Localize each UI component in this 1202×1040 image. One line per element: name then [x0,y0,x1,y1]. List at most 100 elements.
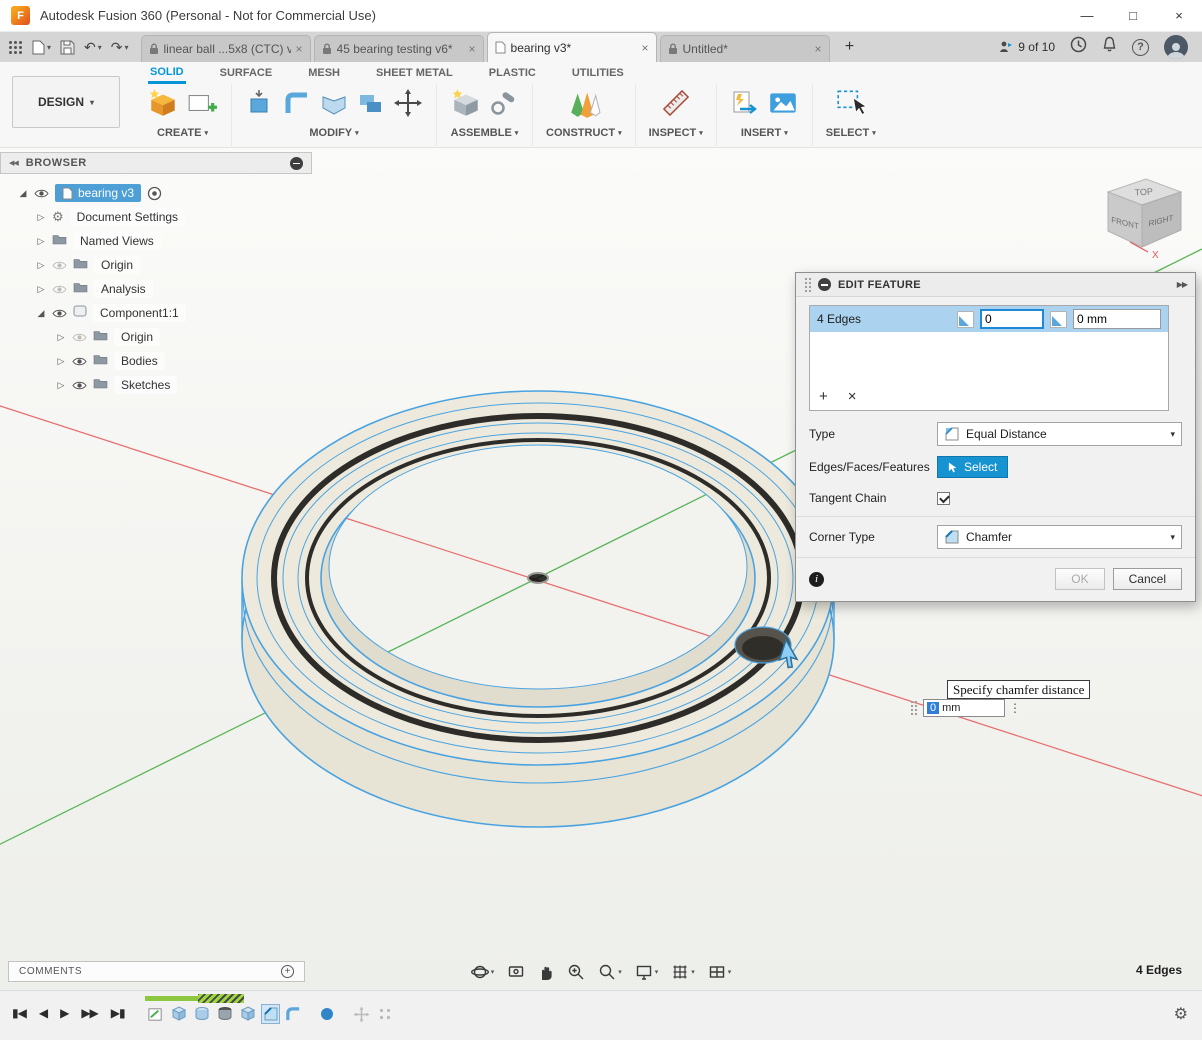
minimize-button[interactable]: — [1064,0,1110,32]
type-dropdown[interactable]: Equal Distance ▾ [937,422,1182,446]
tab-plastic[interactable]: PLASTIC [487,64,538,82]
avatar[interactable] [1164,35,1188,59]
select-edges-button[interactable]: Select [937,456,1008,478]
browser-item-sketches[interactable]: ▷ Sketches [0,373,312,397]
job-status[interactable]: 9 of 10 [999,40,1055,54]
collapse-browser-icon[interactable] [290,157,303,170]
expand-open-icon[interactable]: ◢ [36,308,46,319]
grid-settings[interactable]: ▾ [671,963,695,981]
file-menu-icon[interactable]: ▾ [32,40,51,55]
browser-item-label[interactable]: Origin [114,328,160,346]
maximize-button[interactable]: □ [1110,0,1156,32]
timeline-scrubber[interactable] [198,994,244,1003]
group-label-select[interactable]: SELECT▾ [826,127,876,139]
insert-mcmaster-icon[interactable] [730,88,760,123]
chamfer-distance-input[interactable] [980,309,1044,329]
visibility-eye-icon[interactable] [52,308,67,319]
browser-item-component-origin[interactable]: ▷ Origin [0,325,312,349]
expand-collapsed-icon[interactable]: ▷ [56,380,66,391]
add-comment-icon[interactable]: + [281,965,294,978]
timeline-sphere-icon[interactable] [317,1004,336,1024]
save-icon[interactable] [60,40,75,55]
expand-collapsed-icon[interactable]: ▷ [56,356,66,367]
play-button[interactable]: ▶ [60,1006,68,1020]
browser-item-label[interactable]: Bodies [114,352,165,370]
chamfer-distance-mm-input[interactable] [1073,309,1161,329]
move-icon[interactable] [393,88,423,123]
browser-item-root[interactable]: ◢ bearing v3 [0,181,312,205]
new-component-gray-icon[interactable] [450,87,482,124]
visibility-eye-off-icon[interactable] [52,260,67,271]
drag-grip-icon[interactable] [910,700,919,716]
browser-item-analysis[interactable]: ▷ Analysis [0,277,312,301]
notifications-clock-icon[interactable] [1070,36,1087,58]
tab-close-icon[interactable]: × [815,42,822,56]
group-label-construct[interactable]: CONSTRUCT▾ [546,127,622,139]
add-selection-button[interactable]: + [819,388,828,405]
document-tab[interactable]: linear ball ...5x8 (CTC) v2 × [141,35,311,62]
skip-to-end-button[interactable]: ▶▮ [111,1006,125,1020]
chamfer-value-input[interactable]: 0 mm [923,699,1005,717]
fillet-icon[interactable] [282,88,312,123]
timeline-extrude-icon[interactable] [238,1004,257,1024]
visibility-eye-off-icon[interactable] [52,284,67,295]
browser-item-component[interactable]: ◢ Component1:1 [0,301,312,325]
browser-item-label[interactable]: Document Settings [70,208,185,226]
tab-surface[interactable]: SURFACE [218,64,275,82]
tab-close-icon[interactable]: × [296,42,303,56]
expand-collapsed-icon[interactable]: ▷ [36,236,46,247]
construction-plane-icon[interactable] [567,87,601,124]
comments-bar[interactable]: COMMENTS + [8,961,305,982]
create-sketch-icon[interactable] [186,87,218,124]
bell-icon[interactable] [1102,36,1117,58]
tab-sheet-metal[interactable]: SHEET METAL [374,64,455,82]
browser-header[interactable]: ◀◀ BROWSER [0,152,312,174]
timeline-fillet-icon[interactable] [284,1004,303,1024]
decal-image-icon[interactable] [767,88,799,123]
document-tab-active[interactable]: bearing v3* × [487,32,657,62]
timeline-hole-icon[interactable] [215,1004,234,1024]
expand-collapsed-icon[interactable]: ▷ [36,212,46,223]
group-label-inspect[interactable]: INSPECT▾ [649,127,703,139]
expand-collapsed-icon[interactable]: ▷ [56,332,66,343]
browser-item-label[interactable]: Component1:1 [93,304,186,322]
dock-right-icon[interactable]: ▶▶ [1177,280,1187,289]
help-icon[interactable]: ? [1132,39,1149,56]
close-button[interactable]: × [1156,0,1202,32]
undo-icon[interactable]: ↶ ▾ [84,39,102,56]
browser-item-label[interactable]: Analysis [94,280,153,298]
visibility-eye-icon[interactable] [34,188,49,199]
browser-item-document-settings[interactable]: ▷ ⚙ Document Settings [0,205,312,229]
visibility-eye-icon[interactable] [72,380,87,391]
timeline-settings-gear-icon[interactable]: ⚙ [1174,1004,1188,1024]
tangent-chain-checkbox[interactable] [937,492,950,505]
browser-item-label[interactable]: bearing v3 [55,184,141,202]
redo-icon[interactable]: ↷ ▾ [111,39,129,56]
pan-tool[interactable] [538,963,554,981]
display-settings[interactable]: ▾ [635,963,659,981]
visibility-eye-icon[interactable] [72,356,87,367]
tab-mesh[interactable]: MESH [306,64,342,82]
timeline-extrude-icon[interactable] [169,1004,188,1024]
kebab-menu-icon[interactable]: ⋮ [1009,701,1021,715]
dialog-title-bar[interactable]: EDIT FEATURE ▶▶ [796,273,1195,297]
visibility-eye-off-icon[interactable] [72,332,87,343]
expand-collapsed-icon[interactable]: ▷ [36,284,46,295]
zoom-window-tool[interactable] [567,963,585,981]
collapse-dialog-icon[interactable] [818,278,831,291]
group-label-insert[interactable]: INSERT▾ [741,127,788,139]
shell-icon[interactable] [319,88,349,123]
group-label-assemble[interactable]: ASSEMBLE▾ [451,127,519,139]
document-tab[interactable]: 45 bearing testing v6* × [314,35,484,62]
activate-component-radio[interactable] [147,186,162,201]
tab-close-icon[interactable]: × [642,41,649,55]
browser-item-label[interactable]: Sketches [114,376,177,394]
view-cube[interactable]: TOP FRONT RIGHT X [1078,166,1198,276]
cancel-button[interactable]: Cancel [1113,568,1182,590]
drag-grip-icon[interactable] [804,277,811,292]
timeline-revolve-icon[interactable] [192,1004,211,1024]
info-icon[interactable]: i [809,572,824,587]
group-label-modify[interactable]: MODIFY▾ [309,127,358,139]
collapse-left-icon[interactable]: ◀◀ [9,159,18,167]
expand-collapsed-icon[interactable]: ▷ [36,260,46,271]
